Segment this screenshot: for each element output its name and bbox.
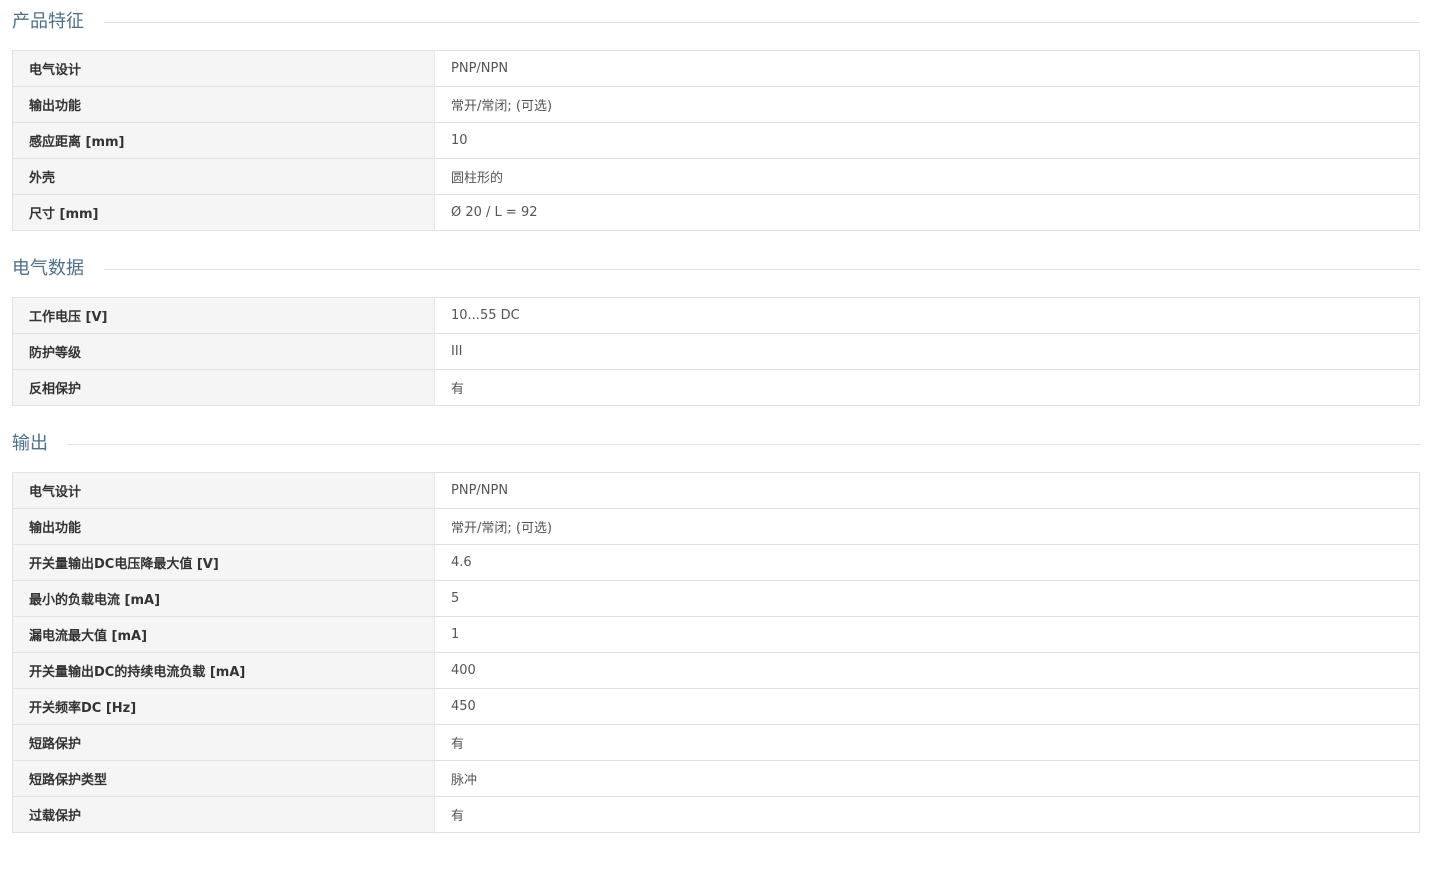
table-row: 短路保护类型 脉冲 (12, 760, 1420, 797)
table-row: 防护等级 III (12, 333, 1420, 370)
spec-table-outputs: 电气设计 PNP/NPN 输出功能 常开/常闭; (可选) 开关量输出DC电压降… (12, 472, 1420, 833)
table-row: 输出功能 常开/常闭; (可选) (12, 508, 1420, 545)
spec-table-electrical-data: 工作电压 [V] 10...55 DC 防护等级 III 反相保护 有 (12, 297, 1420, 406)
section-header-product-features: 产品特征 (12, 0, 1420, 44)
spec-label: 过载保护 (12, 796, 435, 833)
spec-label: 反相保护 (12, 369, 435, 406)
spec-label: 防护等级 (12, 333, 435, 370)
spec-label: 短路保护 (12, 724, 435, 761)
spec-value: 450 (434, 688, 1420, 725)
table-row: 过载保护 有 (12, 796, 1420, 833)
section-title: 电气数据 (12, 258, 84, 279)
table-row: 短路保护 有 (12, 724, 1420, 761)
spec-label: 电气设计 (12, 50, 435, 87)
table-row: 开关量输出DC的持续电流负载 [mA] 400 (12, 652, 1420, 689)
spec-value: 10 (434, 122, 1420, 159)
spec-value: III (434, 333, 1420, 370)
spec-sheet: 产品特征 电气设计 PNP/NPN 输出功能 常开/常闭; (可选) 感应距离 … (12, 0, 1420, 833)
spec-label: 开关量输出DC的持续电流负载 [mA] (12, 652, 435, 689)
section-header-electrical-data: 电气数据 (12, 247, 1420, 291)
spec-value: 有 (434, 369, 1420, 406)
spec-label: 漏电流最大值 [mA] (12, 616, 435, 653)
table-row: 开关频率DC [Hz] 450 (12, 688, 1420, 725)
section-title: 输出 (12, 433, 48, 454)
table-row: 尺寸 [mm] Ø 20 / L = 92 (12, 194, 1420, 231)
table-row: 漏电流最大值 [mA] 1 (12, 616, 1420, 653)
spec-value: 常开/常闭; (可选) (434, 508, 1420, 545)
spec-label: 开关量输出DC电压降最大值 [V] (12, 544, 435, 581)
spec-label: 最小的负载电流 [mA] (12, 580, 435, 617)
section-divider (104, 268, 1420, 270)
spec-label: 短路保护类型 (12, 760, 435, 797)
section-title: 产品特征 (12, 11, 84, 32)
spec-label: 工作电压 [V] (12, 297, 435, 334)
table-row: 最小的负载电流 [mA] 5 (12, 580, 1420, 617)
spec-value: 脉冲 (434, 760, 1420, 797)
table-row: 反相保护 有 (12, 369, 1420, 406)
spec-value: 1 (434, 616, 1420, 653)
spec-table-product-features: 电气设计 PNP/NPN 输出功能 常开/常闭; (可选) 感应距离 [mm] … (12, 50, 1420, 231)
spec-label: 输出功能 (12, 508, 435, 545)
table-row: 开关量输出DC电压降最大值 [V] 4.6 (12, 544, 1420, 581)
table-row: 外壳 圆柱形的 (12, 158, 1420, 195)
spec-label: 开关频率DC [Hz] (12, 688, 435, 725)
spec-label: 输出功能 (12, 86, 435, 123)
spec-label: 感应距离 [mm] (12, 122, 435, 159)
spec-label: 外壳 (12, 158, 435, 195)
table-row: 电气设计 PNP/NPN (12, 472, 1420, 509)
spec-value: 10...55 DC (434, 297, 1420, 334)
table-row: 工作电压 [V] 10...55 DC (12, 297, 1420, 334)
spec-value: 5 (434, 580, 1420, 617)
table-row: 输出功能 常开/常闭; (可选) (12, 86, 1420, 123)
table-row: 电气设计 PNP/NPN (12, 50, 1420, 87)
table-row: 感应距离 [mm] 10 (12, 122, 1420, 159)
section-divider (68, 443, 1420, 445)
spec-value: 圆柱形的 (434, 158, 1420, 195)
section-divider (104, 21, 1420, 23)
spec-label: 尺寸 [mm] (12, 194, 435, 231)
spec-value: 400 (434, 652, 1420, 689)
spec-value: 常开/常闭; (可选) (434, 86, 1420, 123)
spec-value: PNP/NPN (434, 472, 1420, 509)
spec-label: 电气设计 (12, 472, 435, 509)
spec-value: Ø 20 / L = 92 (434, 194, 1420, 231)
section-header-outputs: 输出 (12, 422, 1420, 466)
spec-value: PNP/NPN (434, 50, 1420, 87)
spec-value: 4.6 (434, 544, 1420, 581)
spec-value: 有 (434, 796, 1420, 833)
spec-value: 有 (434, 724, 1420, 761)
